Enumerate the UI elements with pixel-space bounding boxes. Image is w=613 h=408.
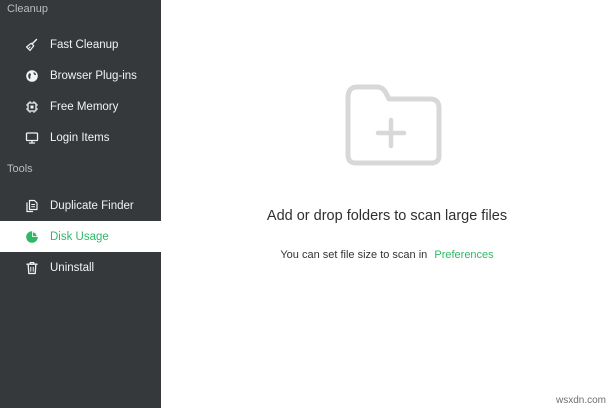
- section-label-cleanup: Cleanup: [7, 3, 48, 15]
- duplicate-files-icon: [25, 199, 39, 213]
- chip-icon: [25, 100, 39, 114]
- sidebar-item-label: Browser Plug-ins: [50, 69, 137, 82]
- empty-state-title: Add or drop folders to scan large files: [266, 208, 508, 224]
- sidebar-item-free-memory[interactable]: Free Memory: [0, 91, 161, 122]
- monitor-icon: [25, 131, 39, 145]
- preferences-link[interactable]: Preferences: [434, 249, 493, 261]
- sidebar-item-label: Disk Usage: [50, 230, 109, 243]
- sidebar-item-label: Fast Cleanup: [50, 38, 119, 51]
- sidebar-item-browser-plugins[interactable]: Browser Plug-ins: [0, 60, 161, 91]
- globe-icon: [25, 69, 39, 83]
- sidebar-item-label: Duplicate Finder: [50, 199, 134, 212]
- sidebar-item-duplicate-finder[interactable]: Duplicate Finder: [0, 190, 161, 221]
- sidebar-item-fast-cleanup[interactable]: Fast Cleanup: [0, 29, 161, 60]
- sidebar-item-label: Login Items: [50, 131, 110, 144]
- sidebar-item-login-items[interactable]: Login Items: [0, 122, 161, 153]
- hint-text: You can set file size to scan in: [280, 249, 428, 261]
- sidebar-item-disk-usage[interactable]: Disk Usage: [0, 221, 161, 252]
- sidebar-item-uninstall[interactable]: Uninstall: [0, 252, 161, 283]
- empty-state-hint: You can set file size to scan in Prefere…: [161, 249, 613, 261]
- pie-chart-icon: [25, 230, 39, 244]
- sidebar-item-label: Uninstall: [50, 261, 95, 274]
- watermark: wsxdn.com: [555, 395, 606, 406]
- broom-icon: [25, 38, 39, 52]
- sidebar-item-label: Free Memory: [50, 100, 119, 113]
- folder-plus-icon[interactable]: [345, 84, 442, 166]
- sidebar: Cleanup Fast Cleanup Browser Plug-ins Fr…: [0, 0, 161, 408]
- trash-icon: [25, 261, 39, 275]
- drop-zone[interactable]: Add or drop folders to scan large files …: [161, 0, 613, 408]
- section-label-tools: Tools: [7, 163, 33, 175]
